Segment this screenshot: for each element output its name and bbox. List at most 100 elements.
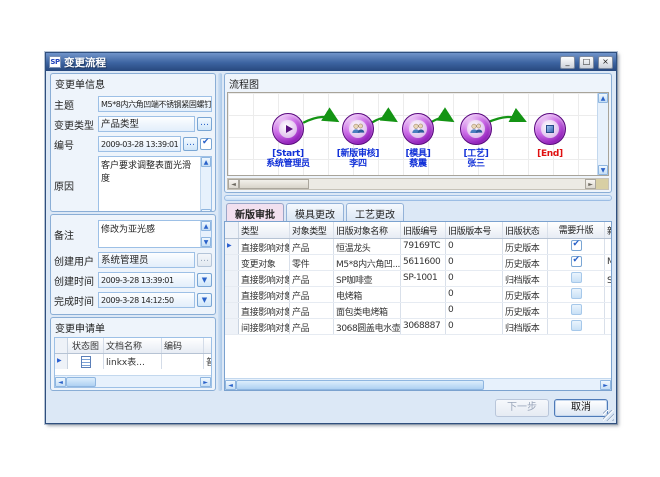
close-button[interactable]: ×: [598, 56, 613, 69]
horizontal-splitter[interactable]: [224, 195, 612, 201]
scroll-left-icon[interactable]: ◄: [228, 179, 239, 189]
scroll-down-icon[interactable]: ▼: [201, 237, 211, 247]
table-row[interactable]: 变更对象 零件 M5*8内六角凹... 5611600 0 历史版本 M5*8: [225, 255, 611, 271]
subject-field[interactable]: M5*8内六角凹端不锈钢紧固螺钉: [98, 96, 212, 112]
scroll-up-icon[interactable]: ▲: [201, 157, 211, 167]
scroll-down-icon[interactable]: ▼: [598, 165, 608, 175]
titlebar[interactable]: SP 变更流程 _ □ ×: [46, 53, 616, 71]
reason-textarea[interactable]: 客户要求调整表面光滑度 ▲ ▼: [98, 156, 212, 212]
upgrade-checkbox[interactable]: [571, 320, 582, 331]
reason-scrollbar[interactable]: ▲ ▼: [200, 157, 211, 212]
maximize-button[interactable]: □: [579, 56, 594, 69]
objects-hscroll-thumb[interactable]: [236, 380, 484, 390]
upgrade-checkbox[interactable]: [571, 272, 582, 283]
col-oldcode[interactable]: 旧版编号: [401, 222, 446, 238]
creator-field[interactable]: 系统管理员: [98, 252, 195, 268]
scroll-up-icon[interactable]: ▲: [201, 221, 211, 231]
cell-oldname: 电烤箱: [334, 287, 401, 302]
cell-oldver: 0: [446, 239, 503, 254]
scroll-up-icon[interactable]: ▲: [598, 93, 608, 103]
change-info-group: 变更单信息 主题 M5*8内六角凹端不锈钢紧固螺钉 变更类型 产品类型 … 编号…: [50, 73, 216, 212]
col-upgrade[interactable]: 需要升版: [548, 222, 605, 238]
change-type-ellipsis-button[interactable]: …: [197, 117, 212, 131]
table-row[interactable]: 直接影响对象 产品 SP咖啡壶 SP-1001 0 归档版本 SP咖: [225, 271, 611, 287]
tab-mold-change[interactable]: 模具更改: [286, 203, 344, 221]
table-row[interactable]: 直接影响对象 产品 面包类电烤箱 0 历史版本: [225, 303, 611, 319]
objects-hscroll-track[interactable]: [236, 380, 600, 390]
upgrade-checkbox[interactable]: [571, 240, 582, 251]
remark-textarea[interactable]: 修改为亚光感 ▲ ▼: [98, 220, 212, 248]
upgrade-checkbox[interactable]: [571, 304, 582, 315]
col-oldver[interactable]: 旧版版本号: [446, 222, 503, 238]
creator-ellipsis-button[interactable]: …: [197, 253, 212, 267]
subject-row: 主题 M5*8内六角凹端不锈钢紧固螺钉: [51, 96, 215, 112]
table-row[interactable]: 直接影响对象 产品 电烤箱 0 历史版本: [225, 287, 611, 303]
cell-oldcode: 5611600: [401, 255, 446, 270]
upgrade-checkbox[interactable]: [571, 288, 582, 299]
cancel-button[interactable]: 取消: [554, 399, 608, 417]
right-panel: 流程图: [224, 73, 612, 391]
scroll-right-icon[interactable]: ►: [200, 377, 211, 387]
cell-oldver: 0: [446, 303, 503, 318]
scroll-down-icon[interactable]: ▼: [201, 209, 211, 212]
finish-time-dropdown-icon[interactable]: ▼: [197, 293, 212, 307]
cell-oldstatus: 归档版本: [503, 319, 548, 334]
col-oldname[interactable]: 旧版对象名称: [334, 222, 401, 238]
finish-time-field[interactable]: 2009-3-28 14:12:50: [98, 292, 195, 308]
flow-node-craft[interactable]: [460, 113, 492, 145]
create-time-dropdown-icon[interactable]: ▼: [197, 273, 212, 287]
col-new[interactable]: 新版: [605, 222, 611, 238]
change-type-field[interactable]: 产品类型: [98, 116, 195, 132]
scroll-right-icon[interactable]: ►: [600, 380, 611, 390]
scroll-left-icon[interactable]: ◄: [225, 380, 236, 390]
remark-text: 修改为亚光感: [99, 221, 200, 247]
col-type[interactable]: 类型: [239, 222, 290, 238]
tab-craft-change[interactable]: 工艺更改: [346, 203, 404, 221]
table-row[interactable]: 直接影响对象 产品 恒温龙头 79169TC 0 历史版本: [225, 239, 611, 255]
cell-objtype: 产品: [290, 303, 334, 318]
flow-vscrollbar[interactable]: ▲ ▼: [597, 93, 608, 175]
flow-node-end[interactable]: [534, 113, 566, 145]
request-hscroll-thumb[interactable]: [66, 377, 96, 387]
cell-oldstatus: 归档版本: [503, 271, 548, 286]
number-ellipsis-button[interactable]: …: [183, 137, 198, 151]
flow-hscroll-track[interactable]: [239, 179, 585, 189]
next-button[interactable]: 下一步: [495, 399, 549, 417]
request-col-code[interactable]: 编码: [162, 338, 204, 353]
cell-oldstatus: 历史版本: [503, 239, 548, 254]
request-hscroll-track[interactable]: [66, 377, 200, 387]
flow-node-start[interactable]: [272, 113, 304, 145]
request-form-group: 变更申请单 状态图 文档名称 编码 linkx表... 普通: [50, 317, 216, 391]
remark-scrollbar[interactable]: ▲ ▼: [200, 221, 211, 247]
cell-upgrade: [548, 255, 605, 270]
table-row[interactable]: 间接影响对象 产品 3068圆盖电水壶 3068887 0 归档版本: [225, 319, 611, 335]
flow-node-mold[interactable]: [402, 113, 434, 145]
objects-table-hscrollbar[interactable]: ◄ ►: [225, 378, 611, 390]
row-indicator: [225, 239, 239, 254]
flow-hscrollbar[interactable]: ◄ ►: [227, 178, 609, 190]
cell-oldstatus: 历史版本: [503, 287, 548, 302]
minimize-button[interactable]: _: [560, 56, 575, 69]
create-time-field[interactable]: 2009-3-28 13:39:01: [98, 272, 195, 288]
col-oldstatus[interactable]: 旧版状态: [503, 222, 548, 238]
request-table-hscrollbar[interactable]: ◄ ►: [55, 375, 211, 387]
vertical-splitter[interactable]: [218, 73, 222, 391]
upgrade-checkbox[interactable]: [571, 256, 582, 267]
tab-new-version-approval[interactable]: 新版审批: [226, 203, 284, 221]
scroll-left-icon[interactable]: ◄: [55, 377, 66, 387]
creator-row: 创建用户 系统管理员 …: [51, 252, 215, 268]
request-table-row[interactable]: linkx表... 普通: [55, 354, 211, 369]
number-checkbox[interactable]: [200, 138, 212, 150]
scroll-right-icon[interactable]: ►: [585, 179, 596, 189]
request-col-docname[interactable]: 文档名称: [104, 338, 162, 353]
request-col-extra[interactable]: [204, 338, 211, 353]
resize-grip[interactable]: [603, 410, 614, 421]
request-col-status[interactable]: 状态图: [68, 338, 104, 353]
cell-oldname: M5*8内六角凹...: [334, 255, 401, 270]
flow-canvas[interactable]: [Start] 系统管理员: [228, 93, 597, 175]
request-code-cell: [162, 354, 204, 369]
col-objtype[interactable]: 对象类型: [290, 222, 334, 238]
number-field[interactable]: 2009-03-28 13:39:01: [98, 136, 181, 152]
flow-node-review[interactable]: [342, 113, 374, 145]
flow-hscroll-thumb[interactable]: [239, 179, 309, 189]
